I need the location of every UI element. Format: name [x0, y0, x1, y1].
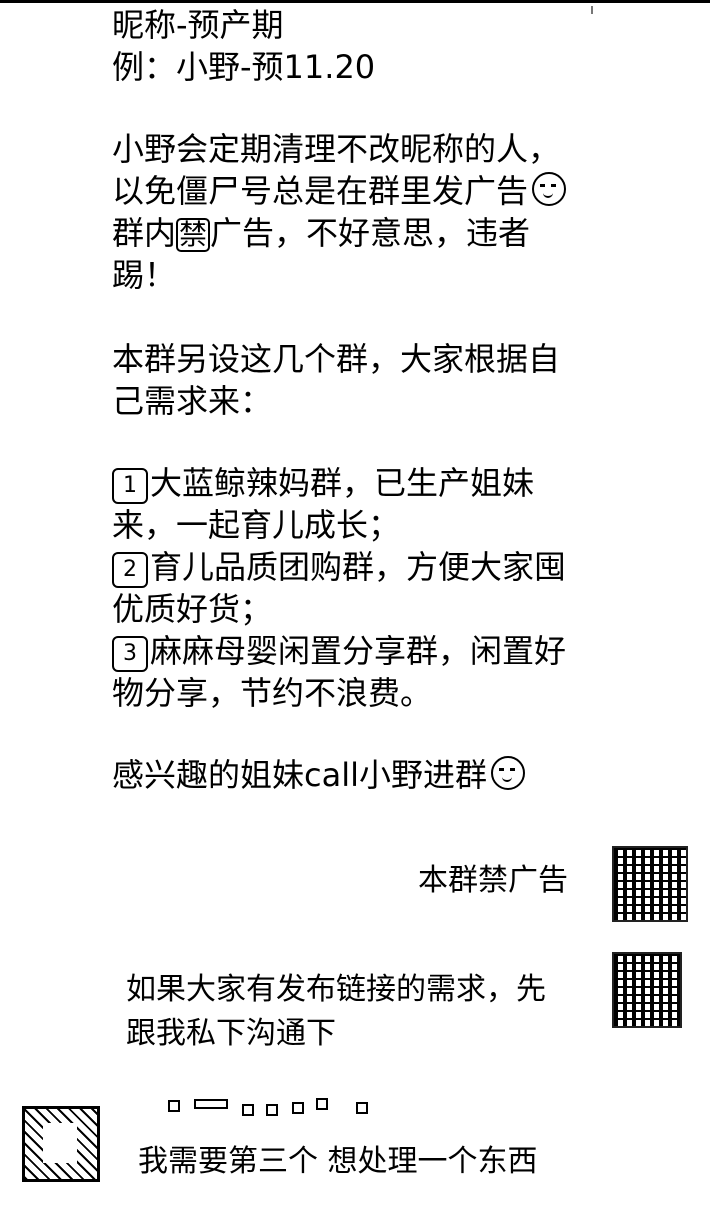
notice-line-with-box: 群内 禁广告，不好意思，违者 [112, 212, 530, 254]
avatar[interactable] [612, 952, 682, 1028]
blur-mark [292, 1102, 304, 1114]
notice-line-with-emoji: 以免僵尸号总是在群里发广告 [112, 170, 567, 212]
notice-line: 昵称-预产期 [112, 6, 284, 44]
message-line: 如果大家有发布链接的需求，先 [126, 972, 546, 1007]
notice-text: 感兴趣的姐妹call小野进群 [112, 756, 487, 794]
notice-line-with-emoji: 感兴趣的姐妹call小野进群 [112, 754, 525, 796]
outgoing-message[interactable]: 如果大家有发布链接的需求，先 跟我私下沟通下 [126, 968, 546, 1056]
smile-face-icon [491, 756, 525, 790]
notice-line: 物分享，节约不浪费。 [112, 674, 433, 712]
notice-line-numbered: 1 大蓝鲸辣妈群，已生产姐妹 [112, 462, 534, 504]
number-badge: 1 [112, 468, 148, 504]
notice-line: 优质好货； [112, 590, 273, 628]
avatar[interactable] [612, 846, 688, 922]
blur-mark [316, 1098, 328, 1110]
notice-text: 育儿品质团购群，方便大家囤 [150, 548, 567, 586]
avatar[interactable] [22, 1106, 100, 1182]
notice-line: 小野会定期清理不改昵称的人， [112, 130, 561, 168]
incoming-message[interactable]: 我需要第三个 想处理一个东西 [138, 1140, 538, 1184]
group-notice-message[interactable]: 昵称-预产期 例：小野-预11.20 小野会定期清理不改昵称的人， 以免僵尸号总… [98, 0, 598, 830]
notice-text: 大蓝鲸辣妈群，已生产姐妹 [150, 464, 535, 502]
notice-line: 踢！ [112, 256, 177, 294]
notice-text: 广告，不好意思，违者 [210, 214, 531, 252]
message-line: 跟我私下沟通下 [126, 1016, 336, 1051]
blur-mark [194, 1099, 228, 1109]
notice-line: 来，一起育儿成长； [112, 506, 401, 544]
boxed-character: 禁 [176, 218, 211, 252]
notice-line-numbered: 2 育儿品质团购群，方便大家囤 [112, 546, 566, 588]
number-badge: 3 [112, 636, 148, 672]
notice-text: 群内 [112, 214, 177, 252]
outgoing-message[interactable]: 本群禁广告 [418, 860, 568, 902]
sender-name-obscured [168, 1098, 388, 1118]
notice-line: 本群另设这几个群，大家根据自 [112, 340, 561, 378]
notice-line: 己需求来： [112, 382, 273, 420]
blur-mark [242, 1104, 254, 1116]
notice-line: 例：小野-预11.20 [112, 48, 376, 86]
blur-mark [168, 1100, 180, 1112]
notice-text: 以免僵尸号总是在群里发广告 [112, 172, 529, 210]
number-badge: 2 [112, 552, 148, 588]
notice-text: 麻麻母婴闲置分享群，闲置好 [150, 632, 567, 670]
blur-mark [266, 1104, 278, 1116]
blur-mark [356, 1102, 368, 1114]
sad-face-icon [532, 172, 567, 206]
notice-line-numbered: 3 麻麻母婴闲置分享群，闲置好 [112, 630, 566, 672]
